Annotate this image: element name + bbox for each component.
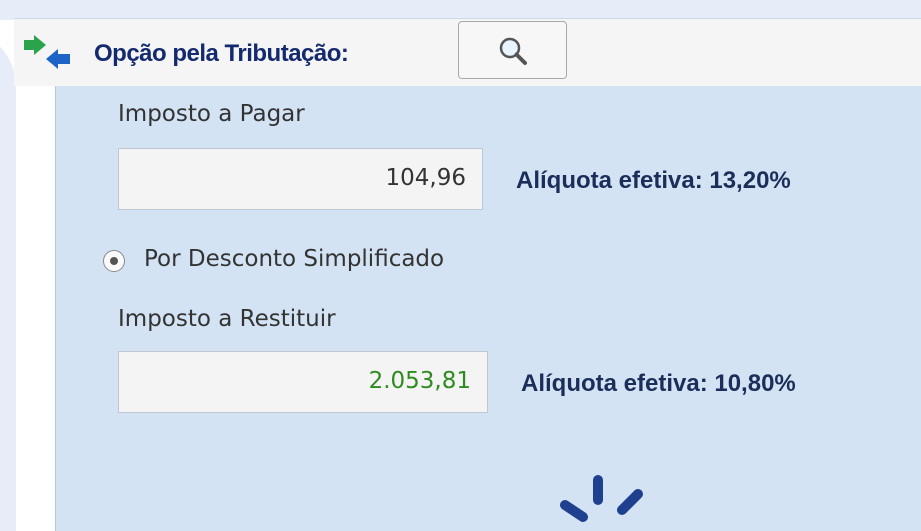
tax-refund-label: Imposto a Restituir (118, 306, 336, 332)
tax-refund-rate: Alíquota efetiva: 10,80% (521, 370, 796, 397)
swap-arrows-icon (24, 35, 70, 69)
simplified-discount-radio[interactable] (103, 250, 125, 272)
tax-refund-field[interactable]: 2.053,81 (118, 351, 488, 413)
top-background (0, 0, 921, 20)
left-background-curve (0, 30, 16, 531)
tax-payable-label: Imposto a Pagar (118, 101, 305, 127)
tax-payable-rate: Alíquota efetiva: 13,20% (516, 167, 791, 194)
search-button[interactable] (458, 21, 567, 79)
magnifier-icon (499, 37, 527, 65)
top-divider (14, 18, 921, 19)
spinner-icon (560, 475, 643, 522)
simplified-discount-label[interactable]: Por Desconto Simplificado (144, 246, 444, 272)
tax-option-title: Opção pela Tributação: (94, 40, 349, 67)
tax-payable-field[interactable]: 104,96 (118, 148, 483, 210)
